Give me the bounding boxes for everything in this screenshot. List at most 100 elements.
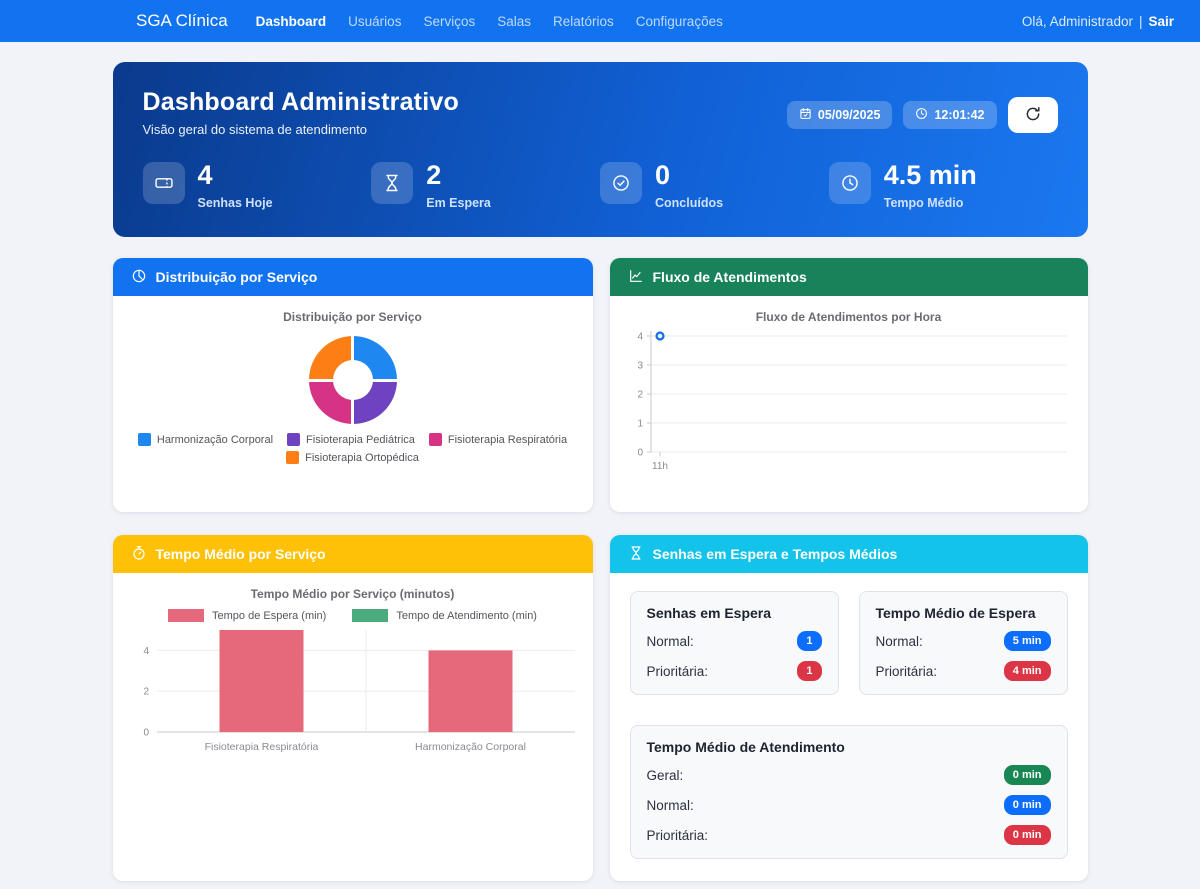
- panel-title: Senhas em Espera: [647, 605, 822, 621]
- legend-item[interactable]: Tempo de Espera (min): [168, 609, 326, 622]
- top-navbar: SGA Clínica Dashboard Usuários Serviços …: [0, 0, 1200, 42]
- nav-item-relatorios[interactable]: Relatórios: [553, 14, 614, 29]
- stat-senhas-hoje: 4 Senhas Hoje: [143, 162, 372, 210]
- panel-senhas-em-espera: Senhas em Espera Normal: 1 Prioritária: …: [630, 591, 839, 695]
- svg-text:3: 3: [637, 361, 643, 372]
- stat-em-espera: 2 Em Espera: [371, 162, 600, 210]
- stat-value: 4.5 min: [884, 162, 977, 189]
- row-label: Normal:: [647, 798, 694, 813]
- panel-tempo-medio-espera: Tempo Médio de Espera Normal: 5 min Prio…: [859, 591, 1068, 695]
- card-header-title: Distribuição por Serviço: [156, 269, 318, 285]
- ticket-icon: [143, 162, 185, 204]
- svg-text:0: 0: [637, 448, 643, 459]
- time-badge: 0 min: [1004, 825, 1051, 845]
- time-badge: 4 min: [1004, 661, 1051, 681]
- svg-text:2: 2: [143, 687, 149, 698]
- donut-legend: Harmonização Corporal Fisioterapia Pediát…: [118, 433, 588, 464]
- hero-banner: Dashboard Administrativo Visão geral do …: [113, 62, 1088, 237]
- stat-label: Tempo Médio: [884, 196, 977, 210]
- stat-label: Concluídos: [655, 196, 723, 210]
- flow-chart-svg: 4 3 2 1 0 11h: [623, 324, 1073, 484]
- card-header-title: Fluxo de Atendimentos: [653, 269, 807, 285]
- service-distribution-donut: [309, 336, 397, 424]
- page-title: Dashboard Administrativo: [143, 88, 459, 117]
- user-greeting: Olá, Administrador: [1022, 14, 1133, 29]
- date-badge: 05/09/2025: [787, 101, 893, 129]
- legend-item[interactable]: Harmonização Corporal: [138, 433, 273, 446]
- separator: |: [1139, 14, 1143, 29]
- brand-logo[interactable]: SGA Clínica: [136, 11, 228, 31]
- svg-text:11h: 11h: [652, 461, 668, 472]
- card-header-title: Tempo Médio por Serviço: [156, 546, 326, 562]
- card-tempo-medio-servico: Tempo Médio por Serviço Tempo Médio por …: [113, 535, 593, 881]
- time-badge: 12:01:42: [903, 101, 996, 129]
- time-badge: 0 min: [1004, 795, 1051, 815]
- card-header: Fluxo de Atendimentos: [610, 258, 1088, 296]
- clock-icon: [915, 107, 928, 123]
- row-label: Prioritária:: [876, 664, 938, 679]
- svg-text:2: 2: [637, 390, 643, 401]
- time-badge: 0 min: [1004, 765, 1051, 785]
- stat-tempo-medio: 4.5 min Tempo Médio: [829, 162, 1058, 210]
- count-badge: 1: [797, 661, 821, 681]
- count-badge: 1: [797, 631, 821, 651]
- nav-item-servicos[interactable]: Serviços: [423, 14, 475, 29]
- flow-chart-title: Fluxo de Atendimentos por Hora: [610, 310, 1088, 324]
- row-label: Geral:: [647, 768, 684, 783]
- svg-text:Harmonização Corporal: Harmonização Corporal: [415, 741, 526, 753]
- legend-item[interactable]: Fisioterapia Respiratória: [429, 433, 567, 446]
- nav-item-configuracoes[interactable]: Configurações: [636, 14, 723, 29]
- svg-text:0: 0: [143, 728, 149, 739]
- stat-value: 0: [655, 162, 723, 189]
- nav-item-salas[interactable]: Salas: [497, 14, 531, 29]
- card-header: Senhas em Espera e Tempos Médios: [610, 535, 1088, 573]
- row-label: Prioritária:: [647, 828, 709, 843]
- stat-label: Em Espera: [426, 196, 491, 210]
- card-distribuicao-servico: Distribuição por Serviço Distribuição po…: [113, 258, 593, 512]
- card-fluxo-atendimentos: Fluxo de Atendimentos Fluxo de Atendimen…: [610, 258, 1088, 512]
- clock-icon: [829, 162, 871, 204]
- pie-chart-icon: [131, 268, 147, 287]
- row-label: Normal:: [647, 634, 694, 649]
- bar-chart-title: Tempo Médio por Serviço (minutos): [113, 587, 593, 601]
- stat-label: Senhas Hoje: [198, 196, 273, 210]
- stat-concluidos: 0 Concluídos: [600, 162, 829, 210]
- panel-title: Tempo Médio de Espera: [876, 605, 1051, 621]
- check-circle-icon: [600, 162, 642, 204]
- line-chart-icon: [628, 268, 644, 287]
- svg-text:4: 4: [143, 646, 149, 657]
- nav-item-usuarios[interactable]: Usuários: [348, 14, 401, 29]
- card-senhas-tempos: Senhas em Espera e Tempos Médios Senhas …: [610, 535, 1088, 881]
- time-badge: 5 min: [1004, 631, 1051, 651]
- card-header: Distribuição por Serviço: [113, 258, 593, 296]
- hourglass-icon: [628, 545, 644, 564]
- refresh-button[interactable]: [1008, 97, 1058, 133]
- row-label: Prioritária:: [647, 664, 709, 679]
- hero-stats-row: 4 Senhas Hoje 2 Em Espera 0: [143, 162, 1058, 210]
- date-value: 05/09/2025: [818, 108, 881, 122]
- logout-link[interactable]: Sair: [1148, 14, 1174, 29]
- hourglass-icon: [371, 162, 413, 204]
- card-header: Tempo Médio por Serviço: [113, 535, 593, 573]
- time-value: 12:01:42: [934, 108, 984, 122]
- card-header-title: Senhas em Espera e Tempos Médios: [653, 546, 898, 562]
- legend-item[interactable]: Fisioterapia Pediátrica: [287, 433, 415, 446]
- nav-item-dashboard[interactable]: Dashboard: [256, 14, 327, 29]
- navbar-user-area: Olá, Administrador | Sair: [1022, 14, 1174, 29]
- stopwatch-icon: [131, 545, 147, 564]
- stat-value: 2: [426, 162, 491, 189]
- page-subtitle: Visão geral do sistema de atendimento: [143, 122, 459, 137]
- bar-chart-svg: 0 2 4 Fisioterapia Respiratória Harmonização…: [119, 622, 587, 762]
- svg-text:Fisioterapia Respiratória: Fisioterapia Respiratória: [204, 741, 318, 753]
- stat-value: 4: [198, 162, 273, 189]
- donut-chart-title: Distribuição por Serviço: [113, 310, 593, 324]
- legend-item[interactable]: Fisioterapia Ortopédica: [286, 451, 419, 464]
- row-label: Normal:: [876, 634, 923, 649]
- svg-text:1: 1: [637, 419, 643, 430]
- bar-chart-legend: Tempo de Espera (min) Tempo de Atendiment…: [113, 609, 593, 622]
- refresh-icon: [1024, 105, 1042, 126]
- svg-text:4: 4: [637, 332, 643, 343]
- legend-item[interactable]: Tempo de Atendimento (min): [352, 609, 537, 622]
- panel-tempo-medio-atendimento: Tempo Médio de Atendimento Geral: 0 min …: [630, 725, 1068, 859]
- panel-title: Tempo Médio de Atendimento: [647, 739, 1051, 755]
